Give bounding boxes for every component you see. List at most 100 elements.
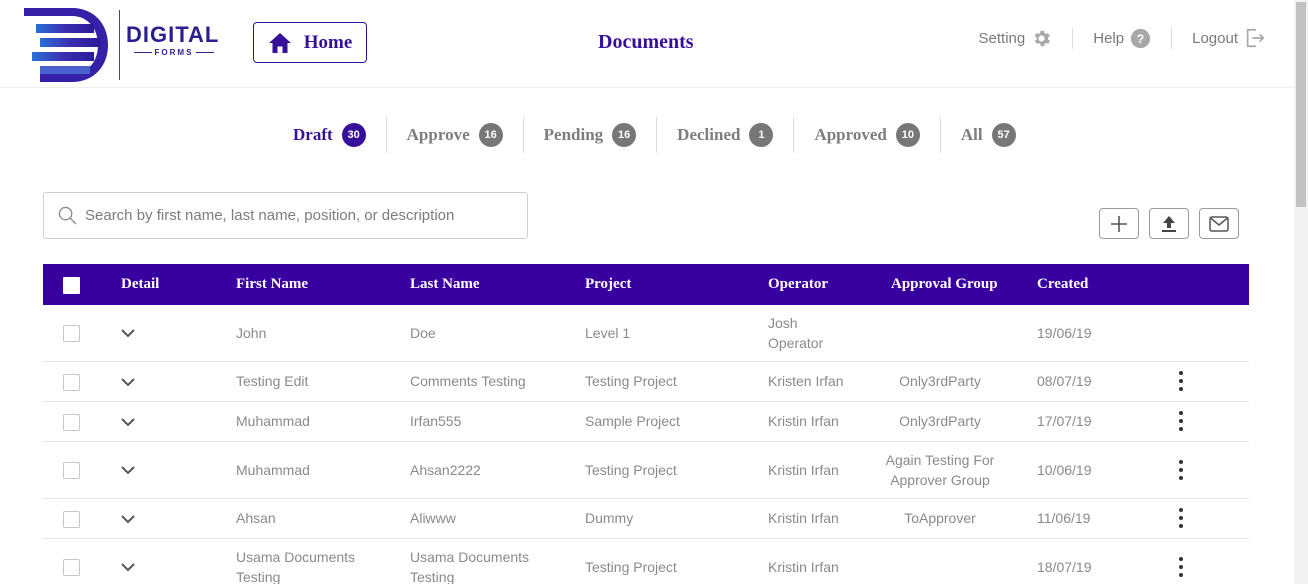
logo-subtext: FORMS [126,48,222,57]
cell-approval-group: ToApprover [904,510,976,526]
tab-label: Declined [677,125,741,144]
cell-operator: Kristin Irfan [768,510,839,526]
row-checkbox[interactable] [63,462,80,479]
logo-wordmark: DIGITAL [126,22,220,47]
row-menu-button[interactable] [1178,460,1184,480]
tab-draft[interactable]: Draft 30 [273,117,386,153]
plus-icon [1111,215,1127,232]
logo-divider [119,10,120,80]
chevron-down-icon[interactable] [121,378,135,387]
cell-first-name: Ahsan [236,510,276,526]
cell-project: Sample Project [585,413,680,429]
logo-mark-icon [24,8,108,82]
row-checkbox[interactable] [63,559,80,576]
row-menu-button[interactable] [1178,508,1184,528]
cell-project: Testing Project [585,373,677,389]
tab-approved[interactable]: Approved 10 [793,117,939,153]
column-first-name[interactable]: First Name [236,276,308,293]
documents-table: Detail First Name Last Name Project Oper… [43,264,1249,584]
row-checkbox[interactable] [63,325,80,342]
search-icon [58,206,77,225]
tab-pending[interactable]: Pending 16 [522,117,657,153]
row-menu-button[interactable] [1178,371,1184,391]
cell-approval-group-line: Again Testing For [885,452,995,468]
column-approval-group[interactable]: Approval Group [891,276,998,293]
tab-count-badge: 57 [991,123,1016,147]
cell-last-name: Irfan555 [410,413,462,429]
cell-first-name: Testing Edit [236,373,309,389]
cell-project: Testing Project [585,462,677,478]
tab-count-badge: 16 [612,123,637,147]
row-checkbox[interactable] [63,374,80,391]
chevron-down-icon[interactable] [121,515,135,524]
logout-icon [1246,28,1265,48]
setting-link[interactable]: Setting [959,28,1073,49]
scrollbar-thumb[interactable] [1296,2,1306,207]
table-row: Usama Documents Testing Usama Documents … [43,539,1249,584]
row-checkbox[interactable] [63,414,80,431]
cell-project: Testing Project [585,559,677,575]
tab-count-badge: 30 [341,123,366,147]
cell-first-name: Usama Documents Testing [236,547,355,584]
cell-last-name: Aliwww [410,510,456,526]
status-tabs: Draft 30 Approve 16 Pending 16 Declined … [273,117,1036,153]
tab-all[interactable]: All 57 [939,117,1036,153]
cell-first-name: Muhammad [236,462,310,478]
select-all-checkbox[interactable] [63,277,80,294]
cell-created: 18/07/19 [1037,559,1092,575]
cell-last-name-line: Usama Documents [410,549,530,565]
cell-operator: Kristen Irfan [768,373,844,389]
cell-project: Dummy [585,510,634,526]
tab-count-badge: 1 [749,123,774,147]
table-header: Detail First Name Last Name Project Oper… [43,264,1249,305]
cell-last-name: Usama Documents Testing [410,547,529,584]
tab-label: Approve [406,125,470,144]
tab-approve[interactable]: Approve 16 [385,117,523,153]
cell-approval-group: Only3rdParty [899,413,981,429]
search-input[interactable] [85,207,525,224]
tab-label: All [960,125,983,144]
help-icon: ? [1130,28,1151,48]
page-scrollbar[interactable] [1294,0,1308,584]
email-document-button[interactable] [1199,208,1239,239]
upload-document-button[interactable] [1149,208,1189,239]
column-project[interactable]: Project [585,276,631,293]
table-row: Muhammad Ahsan2222 Testing Project Krist… [43,442,1249,499]
row-menu-button[interactable] [1178,411,1184,431]
cell-first-name-line: Testing [236,569,281,584]
cell-created: 11/06/19 [1037,510,1091,526]
cell-created: 19/06/19 [1037,325,1092,341]
table-row: Muhammad Irfan555 Sample Project Kristin… [43,402,1249,442]
mail-icon [1209,215,1229,232]
column-last-name[interactable]: Last Name [410,276,480,293]
app-header: DIGITAL FORMS Home Documents Setting Hel… [0,0,1294,88]
table-row: John Doe Level 1 Josh Operator 19/06/19 [43,305,1249,362]
home-button[interactable]: Home [253,22,367,63]
chevron-down-icon[interactable] [121,563,135,572]
cell-approval-group: Only3rdParty [899,373,981,389]
cell-created: 08/07/19 [1037,373,1092,389]
column-detail: Detail [121,276,160,292]
tab-declined[interactable]: Declined 1 [656,117,793,153]
chevron-down-icon[interactable] [121,466,135,475]
add-document-button[interactable] [1099,208,1139,239]
logout-link[interactable]: Logout [1171,27,1266,49]
row-checkbox[interactable] [63,511,80,528]
tab-count-badge: 10 [895,123,920,147]
column-operator[interactable]: Operator [768,276,828,293]
cell-last-name: Doe [410,325,436,341]
home-button-label: Home [303,31,353,53]
header-actions: Setting Help ? Logout [959,26,1266,50]
chevron-down-icon[interactable] [121,329,135,338]
tab-label: Pending [543,125,604,144]
svg-text:?: ? [1137,31,1144,45]
setting-label: Setting [978,29,1026,47]
row-menu-button[interactable] [1178,557,1184,577]
cell-project: Level 1 [585,325,631,341]
chevron-down-icon[interactable] [121,418,135,427]
digital-forms-logo[interactable]: DIGITAL FORMS [22,6,227,84]
table-row: Testing Edit Comments Testing Testing Pr… [43,362,1249,402]
cell-operator: Josh Operator [768,313,823,353]
column-created[interactable]: Created [1037,276,1088,293]
help-link[interactable]: Help ? [1072,27,1171,49]
